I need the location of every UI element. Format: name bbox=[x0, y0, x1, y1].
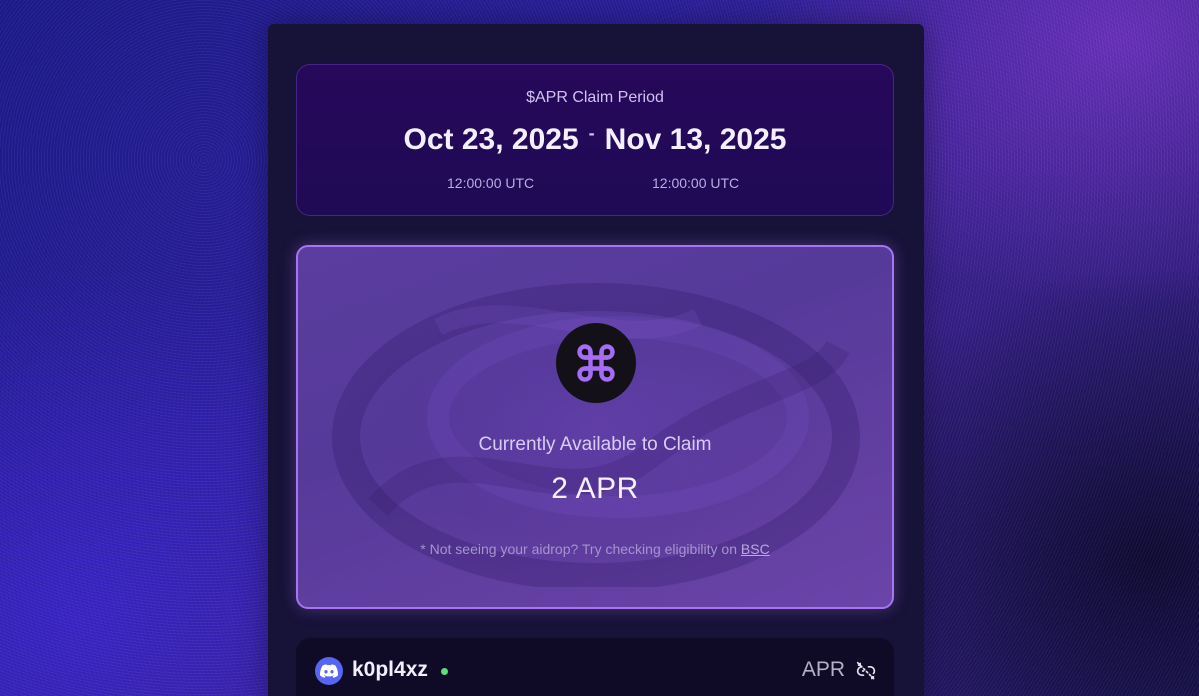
user-bar: k0pl4xz APR bbox=[296, 638, 894, 696]
background-swirl bbox=[332, 283, 860, 587]
bsc-link[interactable]: BSC bbox=[741, 541, 770, 557]
available-claim-card: Currently Available to Claim 2 APR * Not… bbox=[296, 245, 894, 609]
claim-period-card: $APR Claim Period Oct 23, 2025- Nov 13, 2… bbox=[296, 64, 894, 216]
end-date: Nov 13, 2025 bbox=[604, 123, 787, 156]
eligibility-note: * Not seeing your aidrop? Try checking e… bbox=[298, 541, 892, 557]
online-status-indicator bbox=[441, 668, 448, 675]
date-separator: - bbox=[588, 123, 595, 143]
claim-period-title: $APR Claim Period bbox=[526, 89, 664, 106]
start-date: Oct 23, 2025 bbox=[403, 123, 579, 156]
claim-panel: $APR Claim Period Oct 23, 2025- Nov 13, 2… bbox=[268, 24, 924, 696]
claim-amount: 2 APR bbox=[551, 472, 639, 505]
discord-icon bbox=[315, 657, 343, 685]
end-time: 12:00:00 UTC bbox=[652, 175, 740, 191]
eligibility-note-text: * Not seeing your aidrop? Try checking e… bbox=[420, 541, 738, 557]
unlink-icon[interactable] bbox=[856, 661, 876, 681]
command-icon bbox=[556, 323, 636, 403]
start-time: 12:00:00 UTC bbox=[447, 175, 535, 191]
token-label: APR bbox=[801, 658, 845, 681]
claim-period-dates: Oct 23, 2025- Nov 13, 2025 bbox=[297, 123, 893, 157]
claim-label: Currently Available to Claim bbox=[478, 434, 712, 455]
username: k0pl4xz bbox=[352, 658, 428, 681]
